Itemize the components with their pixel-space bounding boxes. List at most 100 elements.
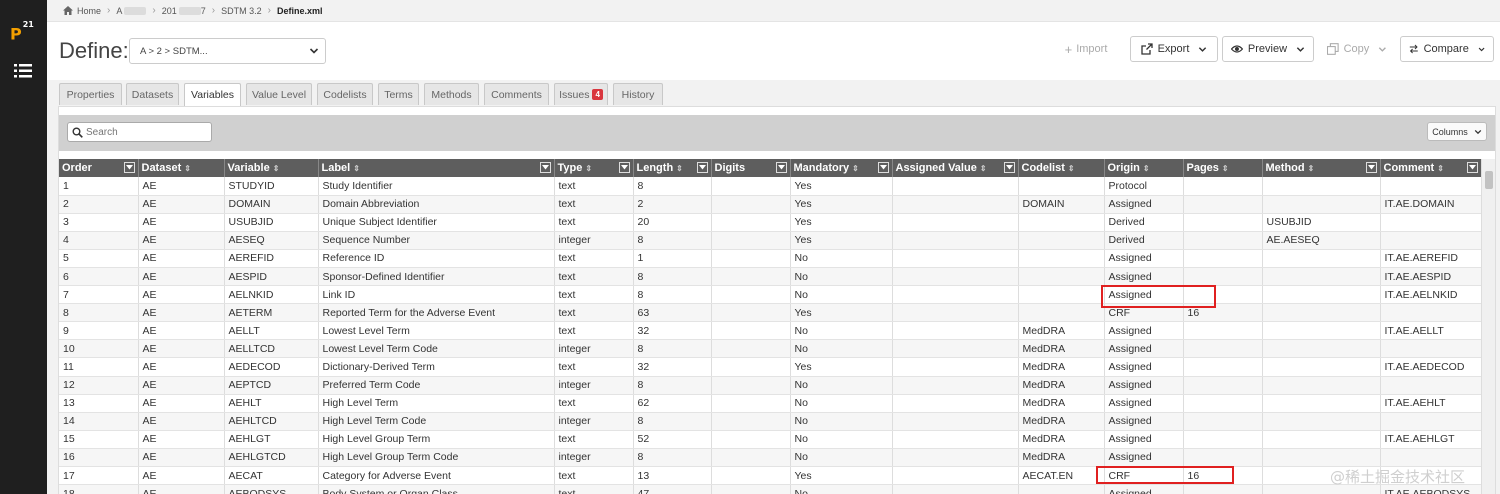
- cell-pages[interactable]: [1183, 339, 1263, 359]
- cell-order[interactable]: 10: [59, 339, 139, 359]
- vertical-scrollbar[interactable]: [1481, 159, 1495, 494]
- cell-order[interactable]: 6: [59, 267, 139, 287]
- cell-mandatory[interactable]: No: [790, 412, 893, 431]
- cell-dataset[interactable]: AE: [138, 177, 225, 196]
- preview-button[interactable]: Preview: [1222, 36, 1314, 62]
- cell-method[interactable]: USUBJID: [1262, 213, 1381, 232]
- cell-mandatory[interactable]: Yes: [790, 195, 893, 214]
- cell-codelist[interactable]: [1018, 303, 1105, 323]
- table-row[interactable]: 9 AE AELLT Lowest Level Term text 32 No MedDRA A…: [59, 321, 1482, 341]
- cell-mandatory[interactable]: Yes: [790, 466, 893, 486]
- column-header-assigned-value[interactable]: Assigned Value ⇕: [892, 159, 1019, 177]
- cell-variable[interactable]: AELNKID: [224, 285, 319, 305]
- cell-type[interactable]: text: [554, 177, 634, 196]
- cell-codelist[interactable]: MedDRA: [1018, 376, 1105, 395]
- column-filter-icon[interactable]: [539, 162, 551, 173]
- cell-mandatory[interactable]: No: [790, 484, 893, 494]
- cell-type[interactable]: integer: [554, 448, 634, 468]
- columns-button[interactable]: Columns: [1427, 122, 1487, 141]
- cell-method[interactable]: [1262, 339, 1381, 359]
- search-box[interactable]: [67, 122, 212, 142]
- cell-pages[interactable]: [1183, 357, 1263, 377]
- column-filter-icon[interactable]: [1003, 162, 1015, 173]
- cell-type[interactable]: text: [554, 267, 634, 287]
- column-header-variable[interactable]: Variable ⇕: [224, 159, 319, 177]
- cell-digits[interactable]: [711, 303, 791, 323]
- cell-dataset[interactable]: AE: [138, 394, 225, 413]
- cell-digits[interactable]: [711, 249, 791, 268]
- cell-comment[interactable]: [1380, 303, 1482, 323]
- cell-label[interactable]: High Level Group Term: [318, 430, 555, 449]
- cell-type[interactable]: integer: [554, 339, 634, 359]
- tab-datasets[interactable]: Datasets: [126, 83, 179, 105]
- column-header-comment[interactable]: Comment ⇕: [1380, 159, 1482, 177]
- cell-order[interactable]: 16: [59, 448, 139, 468]
- column-header-digits[interactable]: Digits: [711, 159, 791, 177]
- menu-icon[interactable]: [14, 63, 32, 79]
- cell-assigned-value[interactable]: [892, 303, 1019, 323]
- cell-dataset[interactable]: AE: [138, 321, 225, 341]
- breadcrumb-item-project[interactable]: A: [116, 6, 147, 16]
- cell-type[interactable]: text: [554, 484, 634, 494]
- cell-comment[interactable]: IT.AE.AEHLT: [1380, 394, 1482, 413]
- cell-codelist[interactable]: [1018, 249, 1105, 268]
- cell-comment[interactable]: IT.AE.AELLT: [1380, 321, 1482, 341]
- cell-comment[interactable]: [1380, 213, 1482, 232]
- cell-assigned-value[interactable]: [892, 249, 1019, 268]
- cell-variable[interactable]: STUDYID: [224, 177, 319, 196]
- export-button[interactable]: Export: [1130, 36, 1218, 62]
- cell-digits[interactable]: [711, 394, 791, 413]
- cell-comment[interactable]: IT.AE.AEHLGT: [1380, 430, 1482, 449]
- cell-digits[interactable]: [711, 484, 791, 494]
- cell-origin[interactable]: Assigned: [1104, 195, 1184, 214]
- cell-type[interactable]: text: [554, 466, 634, 486]
- tab-issues[interactable]: Issues 4: [554, 83, 608, 105]
- cell-type[interactable]: integer: [554, 231, 634, 250]
- cell-label[interactable]: Study Identifier: [318, 177, 555, 196]
- cell-type[interactable]: text: [554, 321, 634, 341]
- cell-dataset[interactable]: AE: [138, 339, 225, 359]
- cell-assigned-value[interactable]: [892, 213, 1019, 232]
- cell-pages[interactable]: [1183, 177, 1263, 196]
- cell-mandatory[interactable]: No: [790, 430, 893, 449]
- define-version-select[interactable]: A > 2 > SDTM...: [129, 38, 326, 64]
- column-header-order[interactable]: Order: [59, 159, 139, 177]
- cell-codelist[interactable]: AECAT.EN: [1018, 466, 1105, 486]
- sort-icon[interactable]: ⇕: [1222, 164, 1229, 173]
- cell-type[interactable]: text: [554, 195, 634, 214]
- cell-dataset[interactable]: AE: [138, 285, 225, 305]
- table-row[interactable]: 16 AE AEHLGTCD High Level Group Term Code in…: [59, 448, 1482, 468]
- cell-label[interactable]: Domain Abbreviation: [318, 195, 555, 214]
- column-header-label[interactable]: Label ⇕: [318, 159, 555, 177]
- cell-method[interactable]: [1262, 321, 1381, 341]
- cell-dataset[interactable]: AE: [138, 357, 225, 377]
- cell-dataset[interactable]: AE: [138, 376, 225, 395]
- cell-codelist[interactable]: [1018, 267, 1105, 287]
- table-row[interactable]: 14 AE AEHLTCD High Level Term Code integer 8 N…: [59, 412, 1482, 431]
- cell-variable[interactable]: AETERM: [224, 303, 319, 323]
- table-row[interactable]: 1 AE STUDYID Study Identifier text 8 Yes Protoc…: [59, 177, 1482, 196]
- column-filter-icon[interactable]: [1365, 162, 1377, 173]
- cell-digits[interactable]: [711, 231, 791, 250]
- cell-assigned-value[interactable]: [892, 321, 1019, 341]
- sort-icon[interactable]: ⇕: [1437, 164, 1444, 173]
- column-filter-icon[interactable]: [123, 162, 135, 173]
- cell-assigned-value[interactable]: [892, 267, 1019, 287]
- cell-origin[interactable]: Assigned: [1104, 448, 1184, 468]
- cell-variable[interactable]: AEHLGT: [224, 430, 319, 449]
- cell-method[interactable]: [1262, 177, 1381, 196]
- cell-variable[interactable]: AESEQ: [224, 231, 319, 250]
- cell-comment[interactable]: [1380, 177, 1482, 196]
- cell-length[interactable]: 8: [633, 231, 712, 250]
- cell-order[interactable]: 3: [59, 213, 139, 232]
- cell-dataset[interactable]: AE: [138, 195, 225, 214]
- cell-variable[interactable]: AECAT: [224, 466, 319, 486]
- table-row[interactable]: 5 AE AEREFID Reference ID text 1 No Assigned IT.…: [59, 249, 1482, 268]
- cell-label[interactable]: Reported Term for the Adverse Event: [318, 303, 555, 323]
- cell-variable[interactable]: AELLTCD: [224, 339, 319, 359]
- cell-origin[interactable]: Assigned: [1104, 412, 1184, 431]
- cell-length[interactable]: 8: [633, 448, 712, 468]
- breadcrumb-item-study[interactable]: 201 7: [162, 6, 206, 16]
- table-row[interactable]: 10 AE AELLTCD Lowest Level Term Code integer…: [59, 339, 1482, 359]
- cell-type[interactable]: text: [554, 357, 634, 377]
